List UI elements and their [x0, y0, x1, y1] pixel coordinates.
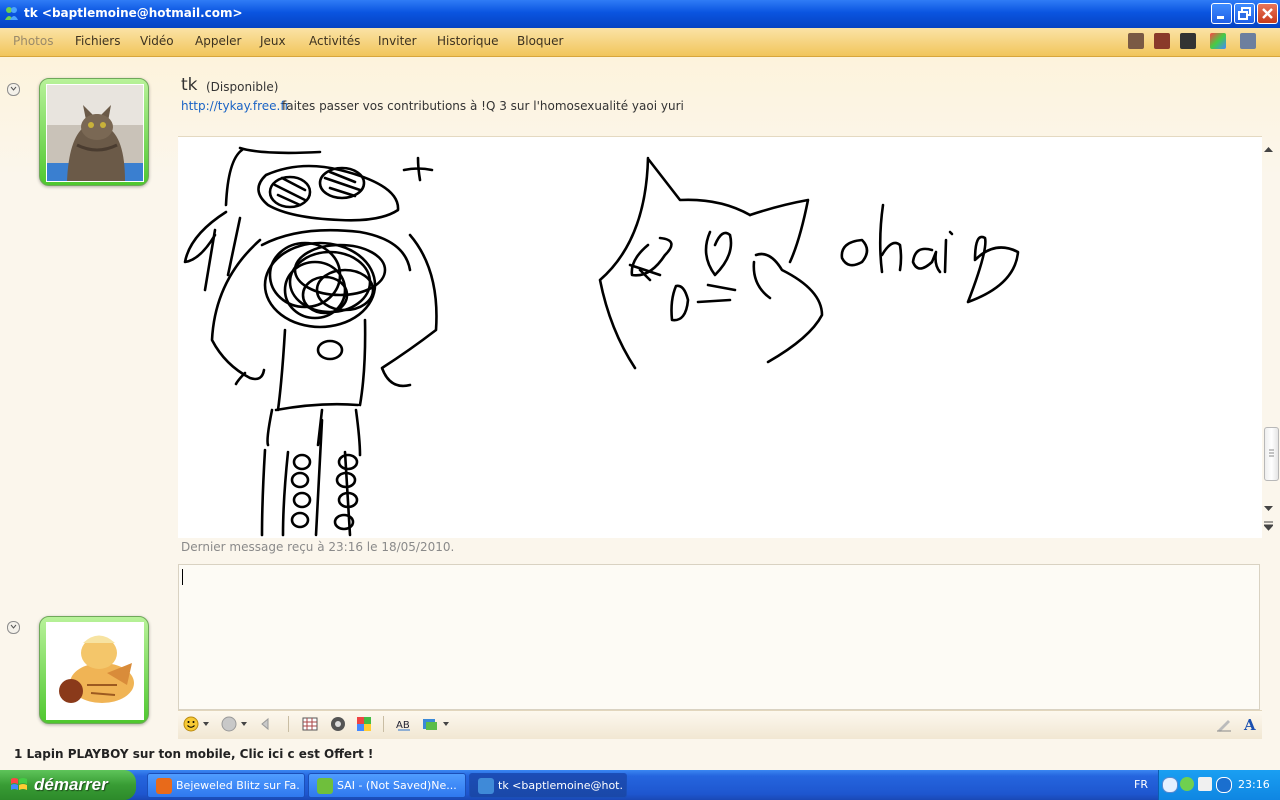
message-history[interactable]	[178, 136, 1262, 538]
chevron-down-icon[interactable]	[443, 720, 449, 728]
share-icon[interactable]	[356, 716, 372, 732]
contact-personal-message: faites passer vos contributions à !Q 3 s…	[282, 99, 684, 113]
messenger-tray-icon[interactable]	[1180, 777, 1194, 791]
menu-historique[interactable]: Historique	[437, 34, 499, 48]
start-label: démarrer	[34, 775, 108, 794]
options-icon[interactable]	[1240, 33, 1256, 49]
menu-activites[interactable]: Activités	[309, 34, 360, 48]
message-input[interactable]	[178, 564, 1260, 710]
chevron-down-icon[interactable]	[203, 720, 209, 728]
close-button[interactable]	[1257, 3, 1278, 24]
collapse-contact-button[interactable]	[7, 83, 20, 96]
menu-fichiers[interactable]: Fichiers	[75, 34, 120, 48]
messenger-icon	[5, 7, 18, 20]
minimize-icon	[1217, 16, 1224, 19]
text-caret	[182, 569, 183, 585]
ink-icon[interactable]	[330, 716, 346, 732]
chevron-down-icon	[10, 86, 17, 91]
emoticon-icon[interactable]	[183, 716, 199, 732]
scroll-end-icon[interactable]	[1262, 521, 1275, 534]
menu-appeler[interactable]: Appeler	[195, 34, 241, 48]
self-avatar[interactable]	[39, 616, 149, 724]
restore-button[interactable]	[1234, 3, 1255, 24]
task-messenger[interactable]: tk <baptlemoine@hot...	[469, 773, 627, 798]
menu-inviter[interactable]: Inviter	[378, 34, 417, 48]
voice-clip-icon[interactable]	[221, 716, 237, 732]
menu-jeux[interactable]: Jeux	[260, 34, 286, 48]
chevron-down-icon	[10, 624, 17, 629]
network-icon[interactable]	[1216, 777, 1232, 793]
pen-icon[interactable]	[1216, 716, 1232, 732]
window-title: tk <baptlemoine@hotmail.com>	[24, 6, 243, 20]
contact-website-link[interactable]: http://tykay.free.fr	[181, 99, 290, 113]
toolbar-separator	[288, 716, 289, 732]
svg-text:A: A	[1243, 716, 1256, 732]
contact-status: (Disponible)	[206, 80, 279, 94]
contact-name: tk	[181, 75, 198, 95]
nudge-icon[interactable]	[259, 716, 275, 732]
mail-icon[interactable]	[1198, 777, 1212, 791]
menu-bar: Photos Fichiers Vidéo Appeler Jeux Activ…	[0, 28, 1280, 70]
background-icon[interactable]	[422, 716, 438, 732]
chevron-down-icon[interactable]	[241, 720, 247, 728]
scroll-up-icon[interactable]	[1264, 146, 1273, 156]
menu-photos[interactable]: Photos	[13, 34, 53, 48]
task-bejeweled[interactable]: Bejeweled Blitz sur Fa...	[147, 773, 305, 798]
svg-text:AB: AB	[396, 720, 410, 731]
task-label: SAI - (Not Saved)Ne...	[337, 779, 457, 792]
task-label: tk <baptlemoine@hot...	[498, 779, 622, 792]
messenger-icon	[478, 778, 494, 794]
taskbar-clock[interactable]: 23:16	[1238, 778, 1270, 791]
title-bar[interactable]: tk <baptlemoine@hotmail.com>	[0, 0, 1280, 28]
toolbar-separator	[383, 716, 384, 732]
sai-icon	[317, 778, 333, 794]
menu-video[interactable]: Vidéo	[140, 34, 174, 48]
self-avatar-picture	[47, 623, 143, 719]
winks-icon[interactable]	[1210, 33, 1226, 49]
video-icon[interactable]	[1180, 33, 1196, 49]
contact-avatar[interactable]	[39, 78, 149, 186]
last-message-timestamp: Dernier message reçu à 23:16 le 18/05/20…	[181, 540, 455, 554]
photo-share-icon[interactable]	[1154, 33, 1170, 49]
handwriting-grid-icon[interactable]	[302, 716, 318, 732]
language-indicator[interactable]: FR	[1134, 778, 1148, 791]
task-sai[interactable]: SAI - (Not Saved)Ne...	[308, 773, 466, 798]
windows-logo-icon	[11, 778, 27, 790]
menu-bloquer[interactable]: Bloquer	[517, 34, 563, 48]
scroll-thumb[interactable]	[1264, 427, 1279, 481]
collapse-self-button[interactable]	[7, 621, 20, 634]
tray-arrow-icon[interactable]	[1162, 777, 1178, 793]
restore-icon	[1238, 7, 1251, 20]
scroll-down-icon[interactable]	[1264, 505, 1273, 515]
firefox-icon	[156, 778, 172, 794]
font-icon[interactable]: A	[1243, 716, 1259, 734]
handwritten-drawing	[183, 146, 1020, 537]
start-button[interactable]: démarrer	[0, 770, 136, 800]
contact-card-icon[interactable]	[1128, 33, 1144, 49]
cat-photo	[47, 85, 143, 181]
spellcheck-icon[interactable]: AB	[396, 716, 412, 732]
minimize-button[interactable]	[1211, 3, 1232, 24]
task-label: Bejeweled Blitz sur Fa...	[176, 779, 300, 792]
grip-icon	[1269, 449, 1274, 457]
ad-banner[interactable]: 1 Lapin PLAYBOY sur ton mobile, Clic ici…	[14, 747, 373, 761]
close-icon	[1262, 8, 1273, 19]
